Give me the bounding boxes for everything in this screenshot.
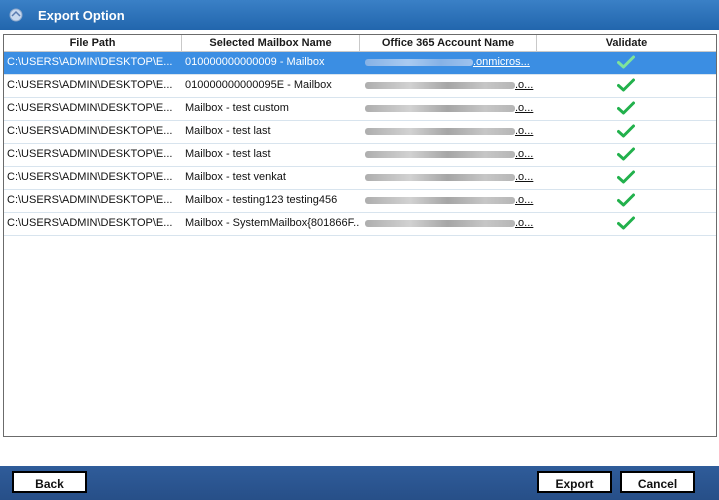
file-path-cell: C:\USERS\ADMIN\DESKTOP\E... <box>7 56 173 68</box>
check-icon <box>617 101 635 115</box>
table-row[interactable]: C:\USERS\ADMIN\DESKTOP\E... Mailbox - tes… <box>4 144 716 167</box>
redacted-account-blur <box>365 82 515 89</box>
export-grid[interactable]: File Path Selected Mailbox Name Office 3… <box>3 34 717 437</box>
app-icon <box>9 8 23 22</box>
redacted-account-blur <box>365 151 515 158</box>
mailbox-name-cell: Mailbox - test venkat <box>185 171 286 183</box>
validate-cell <box>538 98 714 120</box>
redacted-account-blur <box>365 174 515 181</box>
account-name-cell[interactable]: .o... <box>363 213 538 235</box>
validate-cell <box>538 75 714 97</box>
redacted-account-blur <box>365 105 515 112</box>
validate-cell <box>538 167 714 189</box>
mailbox-name-cell: Mailbox - test last <box>185 125 271 137</box>
file-path-cell: C:\USERS\ADMIN\DESKTOP\E... <box>7 79 173 91</box>
account-name-cell[interactable]: .o... <box>363 167 538 189</box>
file-path-cell: C:\USERS\ADMIN\DESKTOP\E... <box>7 194 173 206</box>
account-domain-text[interactable]: .o... <box>515 121 533 142</box>
redacted-account-blur <box>365 59 473 66</box>
file-path-cell: C:\USERS\ADMIN\DESKTOP\E... <box>7 125 173 137</box>
mailbox-name-cell: 010000000000095E - Mailbox <box>185 79 332 91</box>
account-domain-text[interactable]: .o... <box>515 98 533 119</box>
table-row[interactable]: C:\USERS\ADMIN\DESKTOP\E... Mailbox - tes… <box>4 121 716 144</box>
table-row[interactable]: C:\USERS\ADMIN\DESKTOP\E... Mailbox - Sys… <box>4 213 716 236</box>
account-name-cell[interactable]: .o... <box>363 75 538 97</box>
check-icon <box>617 78 635 92</box>
mailbox-name-cell: Mailbox - test last <box>185 148 271 160</box>
validate-cell <box>538 213 714 235</box>
check-icon <box>617 147 635 161</box>
file-path-cell: C:\USERS\ADMIN\DESKTOP\E... <box>7 217 173 229</box>
column-header-mailbox-name[interactable]: Selected Mailbox Name <box>182 35 360 51</box>
validate-cell <box>538 144 714 166</box>
table-row[interactable]: C:\USERS\ADMIN\DESKTOP\E... 0100000000000… <box>4 52 716 75</box>
column-header-file-path[interactable]: File Path <box>4 35 182 51</box>
title-bar: Export Option <box>0 0 719 30</box>
cancel-button[interactable]: Cancel <box>620 471 695 493</box>
validate-cell <box>538 52 714 74</box>
check-icon <box>617 55 635 69</box>
footer-bar: Back Export Cancel <box>0 466 719 500</box>
mailbox-name-cell: Mailbox - test custom <box>185 102 289 114</box>
back-button[interactable]: Back <box>12 471 87 493</box>
account-domain-text[interactable]: .o... <box>515 75 533 96</box>
table-row[interactable]: C:\USERS\ADMIN\DESKTOP\E... 0100000000000… <box>4 75 716 98</box>
account-name-cell[interactable]: .o... <box>363 190 538 212</box>
validate-cell <box>538 190 714 212</box>
file-path-cell: C:\USERS\ADMIN\DESKTOP\E... <box>7 171 173 183</box>
table-row[interactable]: C:\USERS\ADMIN\DESKTOP\E... Mailbox - tes… <box>4 190 716 213</box>
redacted-account-blur <box>365 128 515 135</box>
account-domain-text[interactable]: .o... <box>515 190 533 211</box>
mailbox-name-cell: 010000000000009 - Mailbox <box>185 56 325 68</box>
column-header-account-name[interactable]: Office 365 Account Name <box>360 35 537 51</box>
file-path-cell: C:\USERS\ADMIN\DESKTOP\E... <box>7 102 173 114</box>
grid-header: File Path Selected Mailbox Name Office 3… <box>4 35 716 52</box>
account-domain-text[interactable]: .o... <box>515 213 533 234</box>
table-row[interactable]: C:\USERS\ADMIN\DESKTOP\E... Mailbox - tes… <box>4 167 716 190</box>
redacted-account-blur <box>365 220 515 227</box>
grid-body: C:\USERS\ADMIN\DESKTOP\E... 0100000000000… <box>4 52 716 236</box>
window-title: Export Option <box>38 8 125 23</box>
account-name-cell[interactable]: .o... <box>363 98 538 120</box>
account-name-cell[interactable]: .onmicros... <box>363 52 538 74</box>
check-icon <box>617 216 635 230</box>
account-name-cell[interactable]: .o... <box>363 144 538 166</box>
account-name-cell[interactable]: .o... <box>363 121 538 143</box>
file-path-cell: C:\USERS\ADMIN\DESKTOP\E... <box>7 148 173 160</box>
check-icon <box>617 170 635 184</box>
check-icon <box>617 193 635 207</box>
export-button[interactable]: Export <box>537 471 612 493</box>
redacted-account-blur <box>365 197 515 204</box>
mailbox-name-cell: Mailbox - testing123 testing456 <box>185 194 338 206</box>
account-domain-text[interactable]: .onmicros... <box>473 52 530 73</box>
account-domain-text[interactable]: .o... <box>515 144 533 165</box>
mailbox-name-cell: Mailbox - SystemMailbox{801866F... <box>185 217 360 229</box>
table-row[interactable]: C:\USERS\ADMIN\DESKTOP\E... Mailbox - tes… <box>4 98 716 121</box>
validate-cell <box>538 121 714 143</box>
column-header-validate[interactable]: Validate <box>537 35 716 51</box>
check-icon <box>617 124 635 138</box>
account-domain-text[interactable]: .o... <box>515 167 533 188</box>
